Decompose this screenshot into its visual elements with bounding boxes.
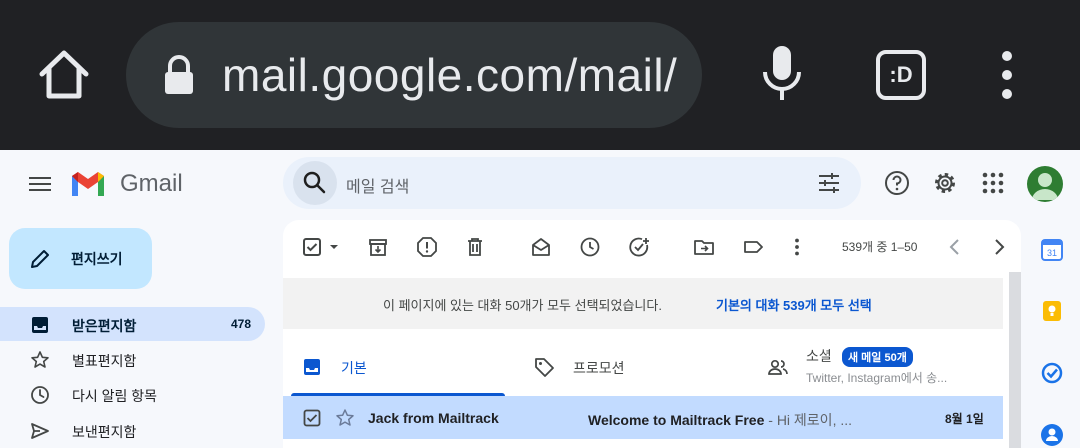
snooze-clock-icon[interactable] <box>579 236 601 258</box>
mark-as-read-icon[interactable] <box>530 236 552 258</box>
search-icon <box>303 171 326 194</box>
star-icon <box>31 351 49 368</box>
category-tabs: 기본 프로모션 소셜 새 메일 50개 Twitter, Instagram에서… <box>283 340 1003 396</box>
sidebar-item-snoozed[interactable]: 다시 알림 항목 <box>0 377 265 411</box>
send-icon <box>31 423 49 439</box>
pencil-icon <box>31 250 49 268</box>
tag-icon <box>535 358 554 377</box>
settings-gear-icon[interactable] <box>932 170 958 196</box>
keep-notes-icon[interactable] <box>1040 299 1064 323</box>
inbox-icon <box>32 317 48 333</box>
calendar-icon[interactable]: 31 <box>1040 238 1064 262</box>
tab-switcher-button[interactable]: :D <box>876 50 926 100</box>
selection-message: 이 페이지에 있는 대화 50개가 모두 선택되었습니다. <box>383 298 662 313</box>
sidebar-item-label: 보낸편지함 <box>72 424 137 440</box>
clock-icon <box>31 386 49 404</box>
email-row[interactable]: Jack from Mailtrack Welcome to Mailtrack… <box>283 396 1003 439</box>
sidebar-item-sent[interactable]: 보낸편지함 <box>0 413 265 447</box>
more-vert-icon[interactable] <box>990 50 1024 100</box>
browser-toolbar: mail.google.com/mail/ :D <box>0 0 1080 150</box>
star-icon[interactable] <box>335 408 355 428</box>
sidebar-item-label: 별표편지함 <box>72 353 137 369</box>
sidebar-item-starred[interactable]: 별표편지함 <box>0 342 265 376</box>
account-avatar[interactable] <box>1027 166 1063 202</box>
address-bar[interactable]: mail.google.com/mail/ <box>126 22 702 128</box>
label-icon[interactable] <box>742 236 764 258</box>
tasks-icon[interactable] <box>1040 361 1064 385</box>
checkbox-checked-icon[interactable] <box>303 409 321 427</box>
help-icon[interactable] <box>884 170 910 196</box>
tab-label: 기본 <box>341 360 367 376</box>
select-all-conversations-link[interactable]: 기본의 대화 539개 모두 선택 <box>716 295 872 314</box>
sidebar-item-label: 다시 알림 항목 <box>72 388 158 404</box>
person-icon <box>1032 173 1058 200</box>
gmail-logo[interactable] <box>70 170 106 198</box>
tab-social-summary: Twitter, Instagram에서 송... <box>806 371 948 385</box>
unread-count: 478 <box>230 317 251 331</box>
selection-banner: 이 페이지에 있는 대화 50개가 모두 선택되었습니다. 기본의 대화 539… <box>283 278 1003 329</box>
gmail-header: Gmail 메일 검색 <box>0 150 1080 218</box>
more-vert-icon[interactable] <box>786 236 808 258</box>
email-subject: Welcome to Mailtrack Free <box>588 412 765 428</box>
email-date: 8월 1일 <box>945 412 984 426</box>
email-subject-line: Welcome to Mailtrack Free - Hi 제로이, ... <box>588 410 852 430</box>
tab-promotions[interactable]: 프로모션 <box>523 340 753 396</box>
app-name: Gmail <box>120 170 183 197</box>
microphone-icon[interactable] <box>760 44 804 104</box>
email-snippet: - Hi 제로이, ... <box>764 412 853 428</box>
chevron-left-icon[interactable] <box>944 236 966 258</box>
pagination-text: 539개 중 1–50 <box>842 240 918 254</box>
svg-text:31: 31 <box>1047 248 1057 258</box>
tab-label: 프로모션 <box>573 360 625 376</box>
sidebar-item-label: 받은편지함 <box>72 318 137 334</box>
email-sender: Jack from Mailtrack <box>368 410 499 426</box>
tab-primary[interactable]: 기본 <box>283 340 513 396</box>
search-bar[interactable]: 메일 검색 <box>283 157 861 209</box>
url-text: mail.google.com/mail/ <box>222 49 678 101</box>
inbox-icon <box>304 359 320 375</box>
scrollbar[interactable] <box>1009 272 1021 448</box>
move-to-icon[interactable] <box>693 236 715 258</box>
people-icon <box>768 359 788 375</box>
compose-button[interactable]: 편지쓰기 <box>9 228 152 289</box>
new-mail-badge: 새 메일 50개 <box>842 347 913 367</box>
select-all-checkbox-icon[interactable] <box>301 236 323 258</box>
apps-grid-icon[interactable] <box>980 170 1006 196</box>
search-options-icon[interactable] <box>817 171 841 195</box>
tab-label: 소셜 <box>806 348 832 364</box>
menu-icon[interactable] <box>28 174 52 194</box>
archive-icon[interactable] <box>367 236 389 258</box>
mail-list-panel: 539개 중 1–50 이 페이지에 있는 대화 50개가 모두 선택되었습니다… <box>283 220 1021 448</box>
delete-icon[interactable] <box>464 236 486 258</box>
lock-icon <box>165 55 193 94</box>
compose-label: 편지쓰기 <box>71 251 123 267</box>
sidebar-item-inbox[interactable]: 받은편지함 478 <box>0 307 265 341</box>
search-button[interactable] <box>293 161 337 205</box>
report-spam-icon[interactable] <box>416 236 438 258</box>
add-task-icon[interactable] <box>628 236 650 258</box>
search-input[interactable]: 메일 검색 <box>346 173 409 197</box>
chevron-right-icon[interactable] <box>988 236 1010 258</box>
chevron-down-icon[interactable] <box>327 236 341 258</box>
home-icon[interactable] <box>36 46 92 102</box>
contacts-icon[interactable] <box>1040 423 1064 447</box>
